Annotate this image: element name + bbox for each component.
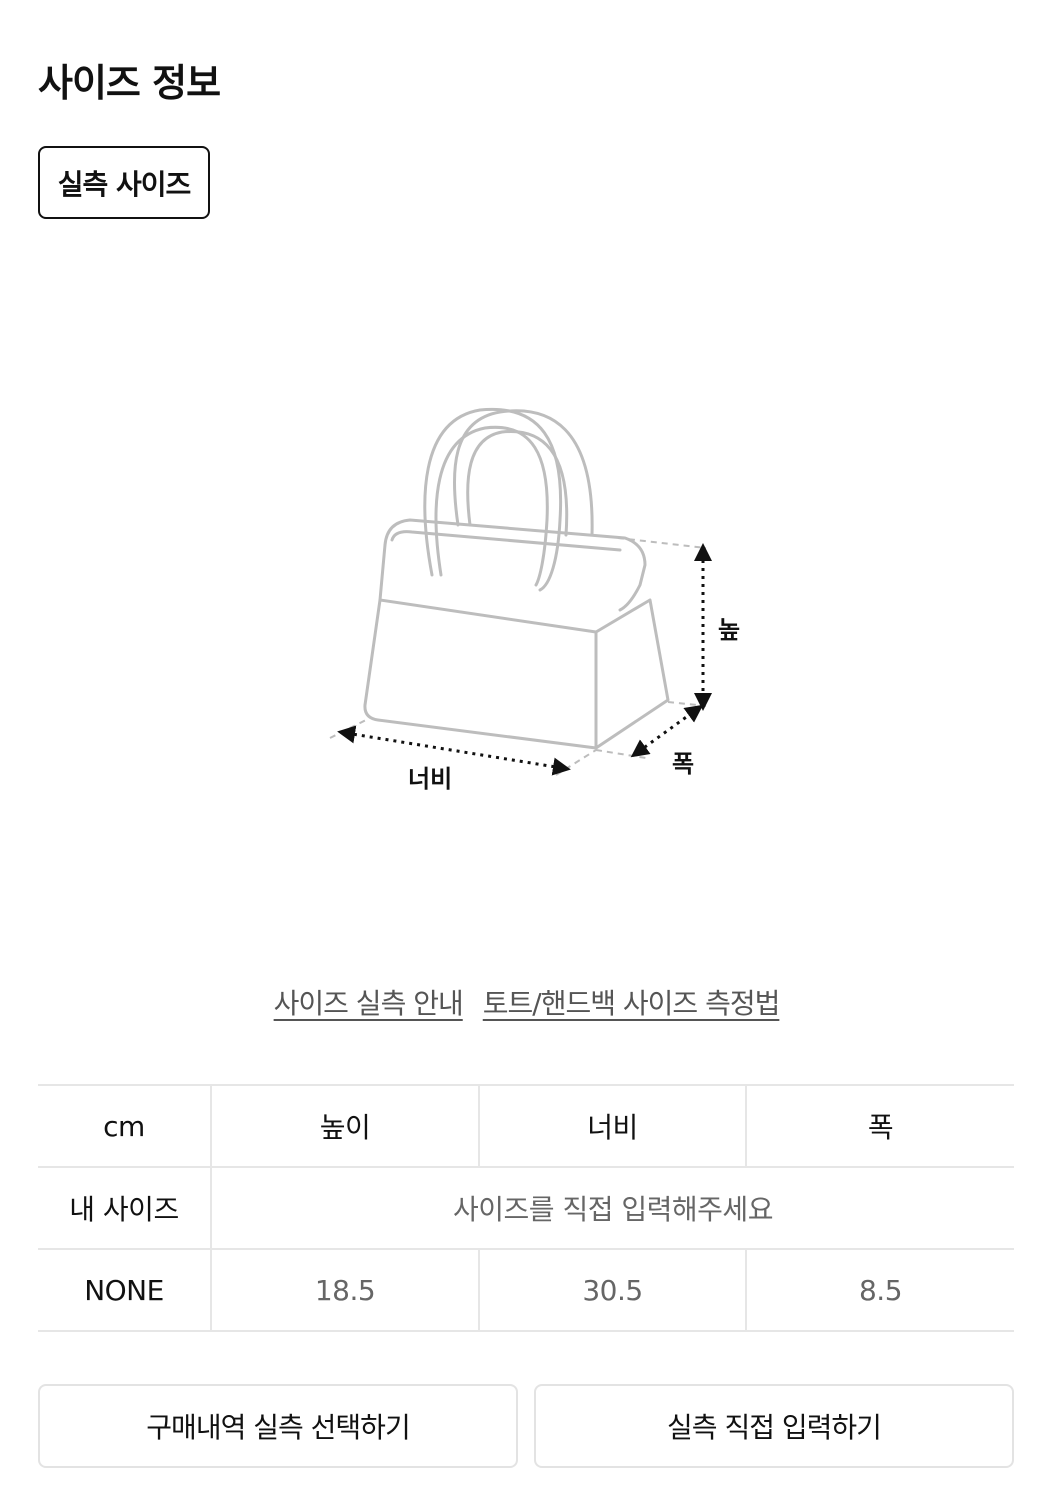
header-unit: cm <box>38 1084 211 1168</box>
depth-arrow <box>630 704 704 758</box>
my-size-label: 내 사이즈 <box>38 1166 211 1250</box>
header-width: 너비 <box>478 1084 746 1168</box>
height-label: 높이 <box>718 616 740 644</box>
my-size-input-prompt[interactable]: 사이즈를 직접 입력해주세요 <box>210 1166 1014 1250</box>
depth-label: 폭 <box>672 750 694 778</box>
bag-measurement-diagram: 높이 너비 폭 <box>329 407 740 793</box>
page-title: 사이즈 정보 <box>38 61 221 105</box>
table-row: NONE 18.5 30.5 8.5 <box>38 1248 1014 1332</box>
my-size-row: 내 사이즈 사이즈를 직접 입력해주세요 <box>38 1166 1014 1250</box>
select-from-purchase-button[interactable]: 구매내역 실측 선택하기 <box>38 1384 518 1468</box>
header-depth: 폭 <box>745 1084 1014 1168</box>
size-guide-link[interactable]: 사이즈 실측 안내 <box>274 982 464 1022</box>
enter-measurement-button[interactable]: 실측 직접 입력하기 <box>534 1384 1014 1468</box>
size-table: cm 높이 너비 폭 내 사이즈 사이즈를 직접 입력해주세요 NONE 18.… <box>38 1084 1014 1332</box>
height-value: 18.5 <box>210 1248 479 1332</box>
header-height: 높이 <box>210 1084 479 1168</box>
tab-measured-size[interactable]: 실측 사이즈 <box>38 146 210 219</box>
width-label: 너비 <box>408 765 452 793</box>
guide-links: 사이즈 실측 안내 토트/핸드백 사이즈 측정법 <box>0 982 1053 1022</box>
tote-measure-link[interactable]: 토트/핸드백 사이즈 측정법 <box>483 982 781 1022</box>
width-value: 30.5 <box>478 1248 746 1332</box>
depth-value: 8.5 <box>745 1248 1014 1332</box>
bag-outline <box>363 407 670 750</box>
table-header-row: cm 높이 너비 폭 <box>38 1084 1014 1168</box>
row-label: NONE <box>38 1248 211 1332</box>
